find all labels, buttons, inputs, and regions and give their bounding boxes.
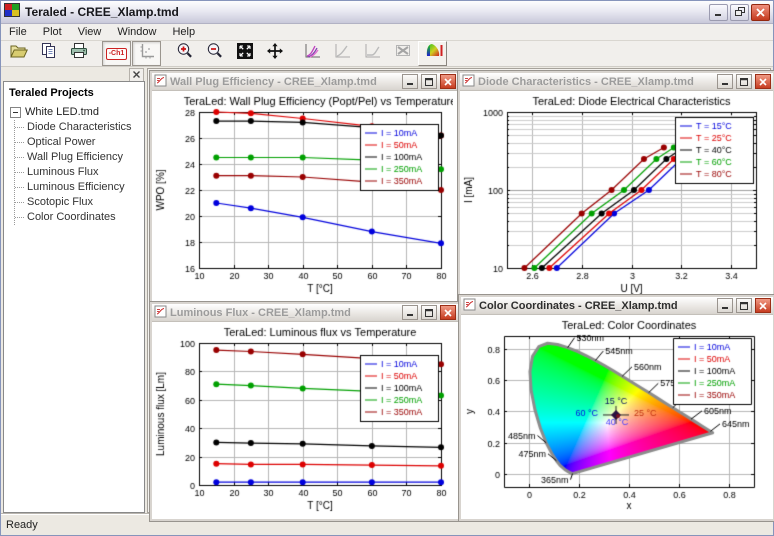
restore-button[interactable] (730, 4, 749, 21)
zoom-in-icon (175, 41, 195, 66)
window-title: Teraled - CREE_Xlamp.tmd (25, 5, 707, 19)
menu-item-window[interactable]: Window (109, 25, 164, 39)
wall-plug-efficiency-chart[interactable] (153, 92, 453, 298)
luminous-flux-window: Luminous Flux - CREE_Xlamp.tmd (150, 302, 460, 521)
printer-icon (69, 42, 89, 65)
child-maximize-button[interactable] (736, 74, 752, 89)
child-minimize-button[interactable] (717, 74, 733, 89)
title-bar[interactable]: Teraled - CREE_Xlamp.tmd (1, 1, 773, 24)
child-close-button[interactable] (755, 298, 771, 313)
clear-plot-button-disabled (388, 41, 417, 66)
toolbar: -Ch1 (1, 41, 773, 67)
mdi-area: Wall Plug Efficiency - CREE_Xlamp.tmd Di… (147, 68, 771, 513)
sidebar-item-color-coordinates[interactable]: Color Coordinates (15, 210, 142, 225)
project-tree: Teraled Projects White LED.tmd Diode Cha… (3, 81, 145, 513)
fit-view-button[interactable] (230, 41, 259, 66)
zoom-out-button[interactable] (200, 41, 229, 66)
luminous-flux-chart[interactable] (153, 323, 453, 515)
document-icon (154, 305, 167, 321)
close-button[interactable] (751, 4, 770, 21)
fit-view-icon (235, 41, 255, 66)
copy-icon (40, 42, 58, 65)
minimize-button[interactable] (709, 4, 728, 21)
color-diagram-button[interactable] (418, 41, 447, 66)
child-title-bar[interactable]: Diode Characteristics - CREE_Xlamp.tmd (460, 73, 773, 91)
child-window-title: Wall Plug Efficiency - CREE_Xlamp.tmd (170, 76, 399, 88)
child-window-title: Diode Characteristics - CREE_Xlamp.tmd (478, 76, 714, 88)
child-title-bar[interactable]: Color Coordinates - CREE_Xlamp.tmd (461, 297, 773, 315)
child-minimize-button[interactable] (402, 74, 418, 89)
panel-close-button[interactable] (129, 68, 144, 82)
menu-bar: File Plot View Window Help (1, 24, 773, 41)
plot-knee-gray-icon (363, 42, 383, 65)
sidebar-item-wall-plug-efficiency[interactable]: Wall Plug Efficiency (15, 150, 142, 165)
document-icon (463, 298, 476, 314)
diode-characteristics-chart[interactable] (461, 92, 768, 298)
color-coordinates-chart[interactable] (462, 316, 768, 515)
panel-title: Teraled Projects (9, 87, 142, 99)
app-icon (4, 3, 20, 22)
document-icon (462, 74, 475, 90)
sidebar-item-luminous-efficiency[interactable]: Luminous Efficiency (15, 180, 142, 195)
plot-curve-button-disabled (328, 41, 357, 66)
document-icon (154, 74, 167, 90)
plot-curve-gray-icon (333, 42, 353, 65)
child-close-button[interactable] (440, 305, 456, 320)
axes-scale-button (132, 41, 161, 66)
sidebar-item-diode-characteristics[interactable]: Diode Characteristics (15, 120, 142, 135)
color-coordinates-window: Color Coordinates - CREE_Xlamp.tmd (459, 295, 774, 521)
child-window-title: Luminous Flux - CREE_Xlamp.tmd (170, 307, 399, 319)
cie-color-icon (423, 42, 443, 65)
collapse-icon[interactable] (10, 107, 21, 118)
wall-plug-efficiency-window: Wall Plug Efficiency - CREE_Xlamp.tmd (150, 71, 460, 304)
child-minimize-button[interactable] (717, 298, 733, 313)
app-window: Teraled - CREE_Xlamp.tmd File Plot View … (0, 0, 774, 536)
pan-button[interactable] (260, 41, 289, 66)
menu-item-plot[interactable]: Plot (35, 25, 70, 39)
menu-item-help[interactable]: Help (164, 25, 203, 39)
child-minimize-button[interactable] (402, 305, 418, 320)
copy-button[interactable] (34, 41, 63, 66)
sidebar-item-luminous-flux[interactable]: Luminous Flux (15, 165, 142, 180)
zoom-out-icon (205, 41, 225, 66)
child-title-bar[interactable]: Luminous Flux - CREE_Xlamp.tmd (152, 304, 458, 322)
open-file-button[interactable] (4, 41, 33, 66)
menu-item-view[interactable]: View (70, 25, 110, 39)
status-text: Ready (6, 519, 38, 531)
child-title-bar[interactable]: Wall Plug Efficiency - CREE_Xlamp.tmd (152, 73, 458, 91)
folder-open-icon (9, 42, 29, 65)
child-maximize-button[interactable] (421, 305, 437, 320)
projects-panel: Teraled Projects White LED.tmd Diode Cha… (3, 68, 145, 513)
child-close-button[interactable] (440, 74, 456, 89)
sidebar-item-optical-power[interactable]: Optical Power (15, 135, 142, 150)
menu-item-file[interactable]: File (1, 25, 35, 39)
child-maximize-button[interactable] (736, 298, 752, 313)
diode-characteristics-window: Diode Characteristics - CREE_Xlamp.tmd (458, 71, 774, 304)
sidebar-item-scotopic-flux[interactable]: Scotopic Flux (15, 195, 142, 210)
content-area: Teraled Projects White LED.tmd Diode Cha… (1, 67, 773, 514)
print-button[interactable] (64, 41, 93, 66)
panel-gripper (3, 68, 145, 81)
child-maximize-button[interactable] (421, 74, 437, 89)
child-close-button[interactable] (755, 74, 771, 89)
child-window-title: Color Coordinates - CREE_Xlamp.tmd (479, 300, 714, 312)
pan-icon (265, 41, 285, 66)
plot-curves-icon (303, 42, 323, 65)
zoom-in-button[interactable] (170, 41, 199, 66)
axes-scale-icon (138, 42, 156, 65)
plot-curves-button[interactable] (298, 41, 327, 66)
channel-label-icon: -Ch1 (106, 48, 128, 60)
plot-knee-button-disabled (358, 41, 387, 66)
tree-root-white-led[interactable]: White LED.tmd (10, 106, 142, 118)
clear-plot-icon (393, 42, 413, 65)
channel-toggle-button[interactable]: -Ch1 (102, 41, 131, 66)
tree-children: Diode Characteristics Optical Power Wall… (14, 120, 142, 225)
